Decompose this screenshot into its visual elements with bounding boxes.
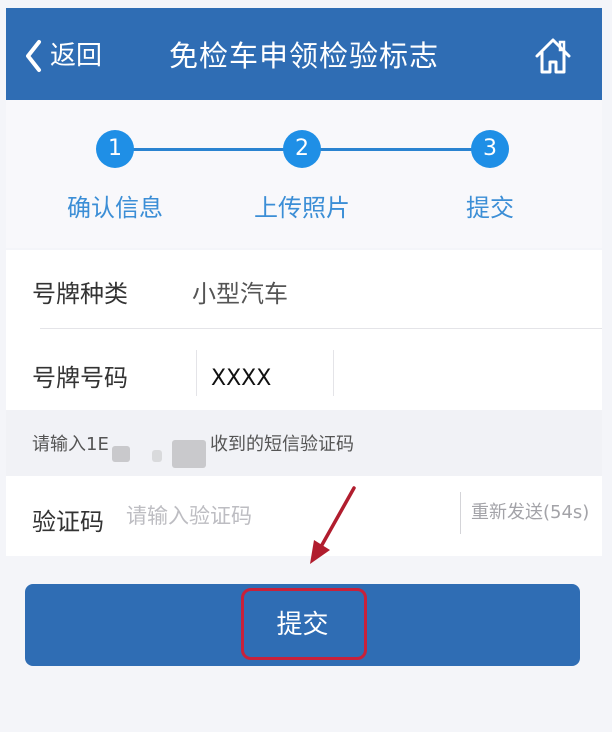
app-header: 返回 免检车申领检验标志 <box>6 8 602 100</box>
redacted-phone <box>112 446 130 462</box>
redacted-phone <box>172 440 206 468</box>
step-2-label: 上传照片 <box>254 194 350 222</box>
step-1-label: 确认信息 <box>67 194 163 222</box>
plate-number-value: XXXX <box>211 366 272 391</box>
progress-steps: 1 2 3 确认信息 上传照片 提交 <box>6 100 602 248</box>
step-3-circle: 3 <box>471 130 509 168</box>
arrow-annotation-icon <box>310 486 356 564</box>
plate-info-card: 号牌种类 小型汽车 号牌号码 XXXX <box>6 250 602 410</box>
submit-button[interactable]: 提交 <box>25 584 580 666</box>
sms-hint: 请输入1E 收到的短信验证码 <box>6 410 602 476</box>
plate-type-value[interactable]: 小型汽车 <box>192 274 288 309</box>
redacted-phone <box>152 450 162 462</box>
resend-button[interactable]: 重新发送(54s) <box>460 492 589 534</box>
plate-number-label: 号牌号码 <box>32 364 128 392</box>
code-label: 验证码 <box>32 508 104 536</box>
sms-hint-prefix: 请输入1E <box>32 434 109 455</box>
row-divider <box>40 328 602 329</box>
step-3-label: 提交 <box>466 194 514 222</box>
step-connector <box>122 148 307 151</box>
plate-type-label: 号牌种类 <box>32 280 128 308</box>
step-1-circle: 1 <box>96 130 134 168</box>
home-button[interactable] <box>534 36 572 76</box>
plate-number-field[interactable]: XXXX <box>196 350 334 396</box>
page-title: 免检车申领检验标志 <box>168 39 439 73</box>
sms-hint-suffix: 收到的短信验证码 <box>210 434 354 455</box>
home-icon <box>535 38 571 74</box>
code-input[interactable]: 请输入验证码 <box>126 500 252 530</box>
step-connector <box>307 148 492 151</box>
step-2-circle: 2 <box>283 130 321 168</box>
